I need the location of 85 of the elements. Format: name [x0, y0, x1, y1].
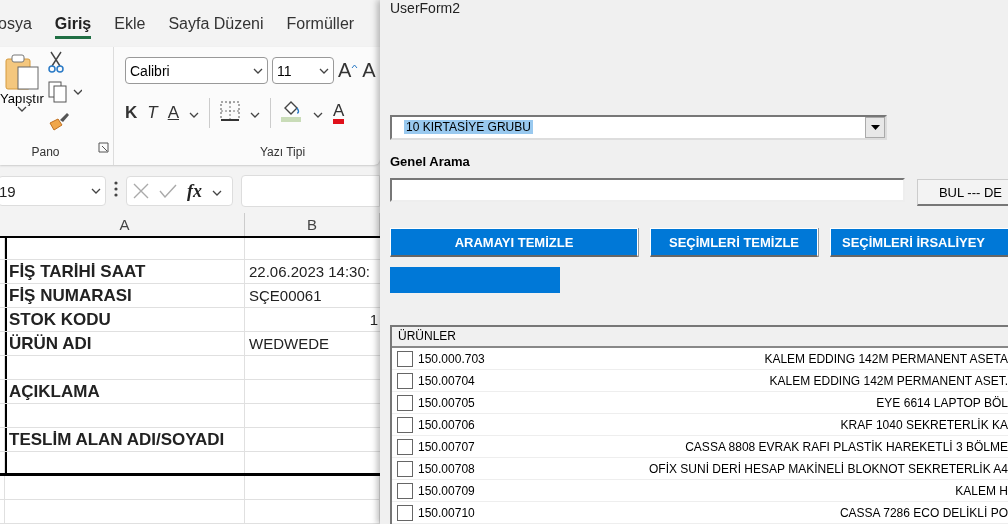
- item-code: 150.00704: [418, 373, 475, 388]
- shrink-font-button[interactable]: A: [362, 59, 376, 83]
- item-code: 150.00705: [418, 395, 475, 410]
- sheet-cell[interactable]: [5, 356, 245, 379]
- checkbox[interactable]: [397, 504, 413, 521]
- sheet-cell[interactable]: [5, 404, 245, 427]
- caret-icon[interactable]: [250, 112, 260, 119]
- checkbox[interactable]: [397, 416, 413, 433]
- cell-text: FİŞ TARİHİ SAAT: [8, 261, 146, 282]
- clipboard-icon: [3, 53, 40, 92]
- font-name-dropdown[interactable]: Calibri: [125, 57, 268, 85]
- ribbon-tab[interactable]: Giriş: [54, 8, 92, 39]
- checkbox[interactable]: [397, 394, 413, 411]
- checkbox[interactable]: [397, 482, 413, 499]
- search-field[interactable]: [390, 178, 905, 203]
- checkbox[interactable]: [397, 438, 413, 455]
- ribbon-tab[interactable]: Ekle: [114, 8, 146, 39]
- dialog-launcher-icon[interactable]: [98, 142, 109, 153]
- caret-icon[interactable]: [91, 188, 101, 194]
- item-code: 150.00706: [418, 417, 475, 432]
- cell-text: STOK KODU: [8, 309, 111, 330]
- bold-button[interactable]: K: [125, 103, 138, 124]
- caret-icon[interactable]: [319, 67, 329, 74]
- paste-button[interactable]: Yapıştır: [0, 53, 44, 145]
- underline-button[interactable]: A: [167, 103, 179, 124]
- checkbox[interactable]: [397, 350, 413, 367]
- cell-text: ÜRÜN ADI: [8, 333, 92, 354]
- item-code: 150.000.703: [418, 351, 485, 366]
- grow-font-button[interactable]: A: [338, 59, 359, 83]
- item-name: CASSA 7286 ECO DELİKLİ PO: [839, 505, 1008, 520]
- dropdown-arrow-icon[interactable]: [870, 124, 880, 130]
- item-name: KRAF 1040 SEKRETERLİK KA: [840, 417, 1008, 432]
- item-code: 150.00707: [418, 439, 475, 454]
- item-name: EYE 6614 LAPTOP BÖL: [876, 395, 1008, 410]
- fill-color-icon[interactable]: [281, 99, 303, 122]
- cut-icon[interactable]: [47, 51, 64, 74]
- checkbox[interactable]: [397, 372, 413, 389]
- item-code: 150.00708: [418, 461, 475, 476]
- caret-icon: [351, 64, 359, 70]
- item-name: OFİX SUNİ DERİ HESAP MAKİNELİ BLOKNOT SEKRETERLİK A4: [649, 461, 1008, 476]
- cell-text: SÇE00061: [248, 287, 322, 304]
- checkbox[interactable]: [397, 460, 413, 477]
- item-code: 150.00710: [418, 505, 475, 520]
- window-title: UserForm2: [390, 0, 461, 18]
- item-name: KALEM EDDING 142M PERMANENT ASETA: [764, 351, 1008, 366]
- action-button[interactable]: ARAMAYI TEMİZLE: [390, 228, 638, 258]
- cell-text: 22.06.2023 14:30:: [248, 263, 370, 280]
- product-list[interactable]: [390, 325, 1008, 524]
- caret-icon[interactable]: [313, 112, 323, 119]
- group-combo-box[interactable]: 10 KIRTASİYE GRUBU: [390, 114, 887, 140]
- insert-function-button[interactable]: fx: [187, 180, 202, 202]
- field-label: Genel Arama: [390, 153, 471, 171]
- caret-icon[interactable]: [16, 106, 27, 113]
- list-header: ÜRÜNLER: [392, 327, 1008, 348]
- column-header[interactable]: A: [5, 213, 245, 236]
- ribbon-tab[interactable]: Formüller: [286, 8, 355, 39]
- item-code: 150.00709: [418, 483, 475, 498]
- item-name: KALEM H: [955, 483, 1008, 498]
- caret-icon[interactable]: [212, 190, 222, 196]
- name-box[interactable]: 19: [0, 176, 106, 206]
- action-button[interactable]: SEÇİMLERİ TEMİZLE: [650, 228, 818, 258]
- more-icon[interactable]: [114, 181, 118, 197]
- sheet-cell[interactable]: [5, 452, 245, 473]
- cell-text: AÇIKLAMA: [8, 381, 100, 402]
- font-color-button[interactable]: A: [333, 102, 345, 125]
- item-name: KALEM EDDING 142M PERMANENT ASET.: [769, 373, 1008, 388]
- cell-text: 1: [368, 311, 379, 328]
- action-button[interactable]: SEÇİMLERİ İRSALİYEY: [830, 228, 1008, 258]
- copy-icon[interactable]: [47, 81, 82, 104]
- group-label: Pano: [30, 145, 61, 161]
- group-label: Yazı Tipi: [258, 145, 307, 161]
- ribbon-tab[interactable]: Sayfa Düzeni: [168, 8, 264, 39]
- search-button[interactable]: BUL --- DE: [916, 179, 1008, 207]
- item-name: CASSA 8808 EVRAK RAFI PLASTİK HAREKETLİ 3 BÖLME: [685, 439, 1008, 454]
- font-size-dropdown[interactable]: 11: [272, 57, 334, 85]
- italic-button[interactable]: T: [147, 103, 158, 124]
- caret-icon[interactable]: [253, 67, 263, 74]
- cell-text: TESLİM ALAN ADI/SOYADI: [8, 429, 225, 450]
- format-painter-icon[interactable]: [47, 111, 70, 132]
- sheet-cell[interactable]: [5, 238, 245, 259]
- formula-field[interactable]: [241, 175, 380, 207]
- cell-text: FİŞ NUMARASI: [8, 285, 132, 306]
- cell-text: WEDWEDE: [248, 335, 329, 352]
- borders-icon[interactable]: [220, 100, 240, 121]
- caret-icon[interactable]: [189, 112, 199, 119]
